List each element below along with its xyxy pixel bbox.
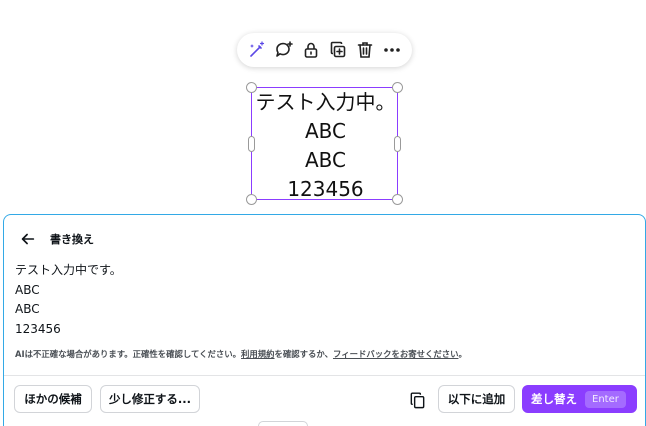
replace-button[interactable]: 差し替え Enter [522,385,637,413]
result-line: テスト入力中です。 [15,263,122,277]
result-line: 123456 [15,321,61,336]
canvas-text-line: ABC [304,119,346,143]
ai-disclaimer: AIは不正確な場合があります。正確性を確認してください。利用規約を確認するか、フ… [15,348,467,360]
floating-toolbar [237,33,412,67]
result-line: ABC [15,282,40,297]
divider [4,375,645,376]
disclaimer-text: を確認するか、 [274,349,333,359]
duplicate-icon[interactable] [325,37,351,63]
resize-handle-right[interactable] [394,136,401,152]
comment-add-icon[interactable] [271,37,297,63]
resize-handle-top-left[interactable] [246,82,257,93]
enter-shortcut-badge: Enter [585,390,626,408]
panel-title: 書き換え [50,233,94,246]
disclaimer-text: 。 [458,349,467,359]
tweak-button[interactable]: 少し修正する... [100,385,200,413]
magic-edit-icon[interactable] [244,37,270,63]
trash-icon[interactable] [352,37,378,63]
disclaimer-text: AIは不正確な場合があります。正確性を確認してください。 [15,349,242,359]
insert-below-button[interactable]: 以下に追加 [438,385,515,413]
partial-element [258,421,308,426]
selected-text-box[interactable]: テスト入力中。 ABC ABC 123456 [246,82,403,205]
canvas-text-line: 123456 [287,177,364,201]
lock-icon[interactable] [298,37,324,63]
copy-icon[interactable] [404,387,430,413]
terms-link[interactable]: 利用規約 [241,349,275,359]
resize-handle-bottom-left[interactable] [246,194,257,205]
back-arrow-icon[interactable] [18,229,38,249]
resize-handle-bottom-right[interactable] [392,194,403,205]
resize-handle-top-right[interactable] [392,82,403,93]
rewrite-result: テスト入力中です。 ABC ABC 123456 [15,261,122,339]
result-line: ABC [15,302,40,316]
rewrite-panel: 書き換え テスト入力中です。 ABC ABC 123456 AIは不正確な場合が… [3,214,646,426]
alternatives-button[interactable]: ほかの候補 [14,385,92,413]
resize-handle-left[interactable] [248,136,255,152]
more-icon[interactable] [379,37,405,63]
canvas-text-line: テスト入力中。 [255,90,396,114]
canvas-text-line: ABC [304,148,346,172]
feedback-link[interactable]: フィードバックをお寄せください [333,349,458,359]
panel-header: 書き換え [18,229,94,249]
replace-label: 差し替え [531,392,577,406]
canvas-text[interactable]: テスト入力中。 ABC ABC 123456 [250,88,401,204]
